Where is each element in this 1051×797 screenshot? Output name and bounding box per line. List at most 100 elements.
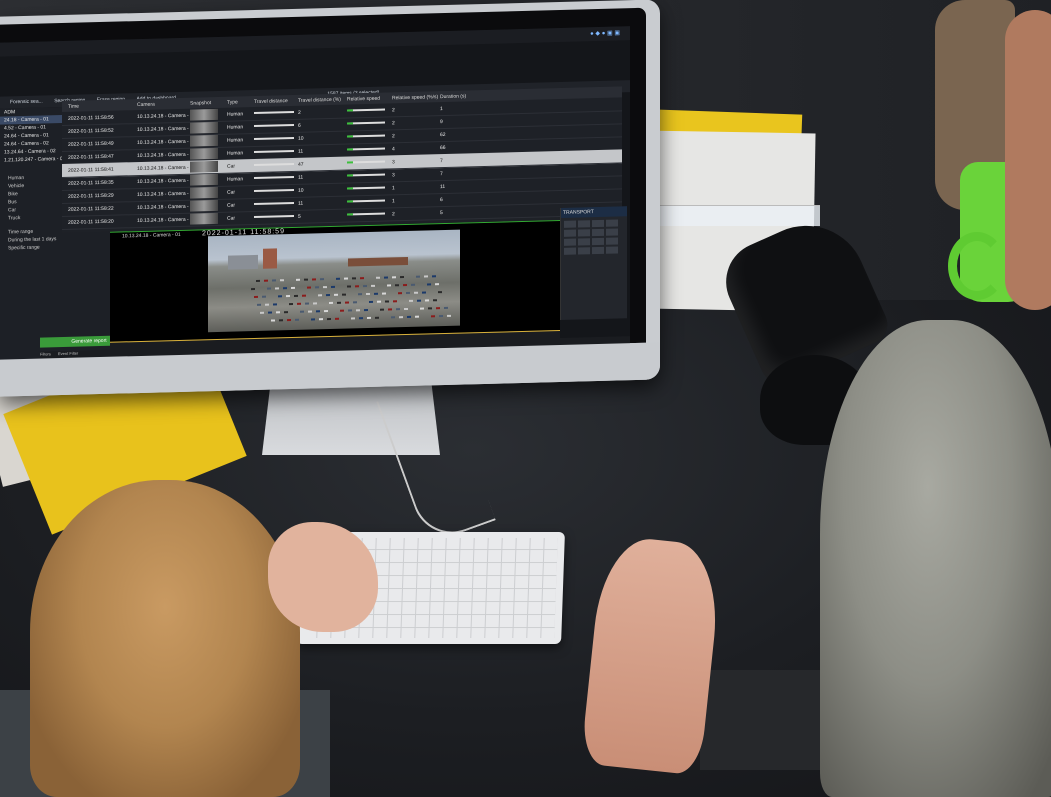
parked-car xyxy=(411,283,415,286)
col-duration[interactable]: Duration (s) xyxy=(440,93,466,100)
control-button[interactable] xyxy=(578,220,590,228)
col-relative-speed-pct[interactable]: Relative speed (%/s) xyxy=(392,94,438,101)
control-button[interactable] xyxy=(606,219,618,227)
parked-car xyxy=(279,319,283,322)
parked-car xyxy=(351,317,355,320)
travel-distance-bar xyxy=(254,162,294,166)
control-button[interactable] xyxy=(564,238,576,246)
control-button[interactable] xyxy=(592,228,604,237)
monitor: ● ◆ ● ▣ ▣ Forensic sea... Search region … xyxy=(0,0,660,397)
control-buttons xyxy=(561,216,627,258)
parked-car xyxy=(391,316,395,319)
col-camera[interactable]: Camera xyxy=(137,102,155,108)
cell-travel-distance: 2 xyxy=(298,109,301,116)
parked-car xyxy=(324,310,328,313)
control-button[interactable] xyxy=(606,228,618,236)
tab-event-filter[interactable]: Event Filter xyxy=(58,351,78,357)
parked-car xyxy=(331,285,335,288)
parked-car xyxy=(428,307,432,310)
col-snapshot[interactable]: Snapshot xyxy=(190,100,211,107)
cell-travel-distance: 10 xyxy=(298,135,304,142)
time-value[interactable]: 1 xyxy=(42,236,45,242)
parked-car xyxy=(313,302,317,305)
parked-car xyxy=(284,311,288,314)
building xyxy=(348,256,408,267)
results-table: Time Camera Snapshot Type Travel distanc… xyxy=(62,86,622,234)
snapshot-thumbnail xyxy=(190,147,218,160)
control-button[interactable] xyxy=(592,237,604,246)
parked-car xyxy=(363,285,367,288)
parked-car xyxy=(367,316,371,320)
parked-car xyxy=(403,283,407,287)
cell-time: 2022-01-11 11:58:35 xyxy=(68,179,114,187)
speed-indicator xyxy=(347,161,353,164)
cell-type: Car xyxy=(227,215,236,222)
control-button[interactable] xyxy=(578,229,590,237)
cell-duration: 6 xyxy=(440,197,443,204)
col-time[interactable]: Time xyxy=(68,104,79,110)
parked-car xyxy=(294,294,298,297)
parked-car xyxy=(340,309,344,312)
control-button[interactable] xyxy=(564,229,576,237)
parked-car xyxy=(308,310,312,313)
col-type[interactable]: Type xyxy=(227,99,238,105)
parked-car xyxy=(316,310,320,313)
col-travel-distance-pct[interactable]: Travel distance (%) xyxy=(298,97,341,104)
parked-car xyxy=(382,292,386,295)
control-button[interactable] xyxy=(606,246,618,254)
control-button[interactable] xyxy=(564,220,576,228)
col-relative-speed[interactable]: Relative speed xyxy=(347,96,380,103)
cell-camera: 10.13.24.18 - Camera - 01 xyxy=(137,125,196,134)
control-button[interactable] xyxy=(592,246,604,255)
parked-car xyxy=(417,299,421,302)
cell-camera: 10.13.24.18 - Camera - 01 xyxy=(137,112,196,121)
parked-car xyxy=(311,318,315,321)
play-button[interactable] xyxy=(592,219,604,228)
cell-type: Human xyxy=(227,176,244,183)
parked-car xyxy=(342,293,346,296)
parked-car xyxy=(447,314,451,317)
cell-time: 2022-01-11 11:58:56 xyxy=(68,114,114,122)
col-travel-distance[interactable]: Travel distance xyxy=(254,98,288,105)
cell-time: 2022-01-11 11:58:41 xyxy=(68,166,114,174)
cell-relative-speed: 3 xyxy=(392,159,395,166)
parked-car xyxy=(304,278,308,281)
control-button[interactable] xyxy=(578,247,590,255)
parked-car xyxy=(329,301,333,305)
control-button[interactable] xyxy=(578,238,590,246)
cell-relative-speed: 2 xyxy=(392,107,395,114)
cell-relative-speed: 1 xyxy=(392,185,395,192)
control-button[interactable] xyxy=(606,237,618,245)
cell-type: Human xyxy=(227,124,244,131)
control-button[interactable] xyxy=(564,247,576,255)
parked-car xyxy=(262,295,266,298)
parked-car xyxy=(399,316,403,319)
parked-car xyxy=(254,295,258,298)
parked-car xyxy=(305,302,309,305)
cell-type: Human xyxy=(227,111,244,118)
parked-car xyxy=(260,311,264,314)
parked-car xyxy=(318,294,322,297)
parked-car xyxy=(286,295,290,298)
speed-indicator xyxy=(347,135,353,138)
tab-forensic[interactable]: Forensic sea... xyxy=(10,96,43,109)
cell-camera: 10.13.24.18 - Camera - 01 xyxy=(137,203,196,212)
cell-duration: 62 xyxy=(440,131,446,139)
tab-filters[interactable]: Filters xyxy=(40,351,51,356)
speed-indicator xyxy=(347,187,353,190)
parked-car xyxy=(320,278,324,281)
parked-car xyxy=(295,318,299,321)
parked-car xyxy=(297,302,301,305)
video-player[interactable]: 10.13.24.18 - Camera - 01 2022-01-11 11:… xyxy=(110,219,560,343)
tray-icons: ● ◆ ● ▣ ▣ xyxy=(590,30,620,38)
time-unit[interactable]: days xyxy=(46,236,57,242)
cell-duration: 66 xyxy=(440,144,446,152)
snapshot-thumbnail xyxy=(190,199,218,212)
speed-indicator xyxy=(347,174,353,177)
cell-duration: 7 xyxy=(440,158,443,165)
parked-car xyxy=(287,319,291,322)
parked-car xyxy=(275,287,279,290)
cell-type: Car xyxy=(227,189,236,196)
parked-car xyxy=(435,283,439,286)
speed-indicator xyxy=(347,122,353,125)
